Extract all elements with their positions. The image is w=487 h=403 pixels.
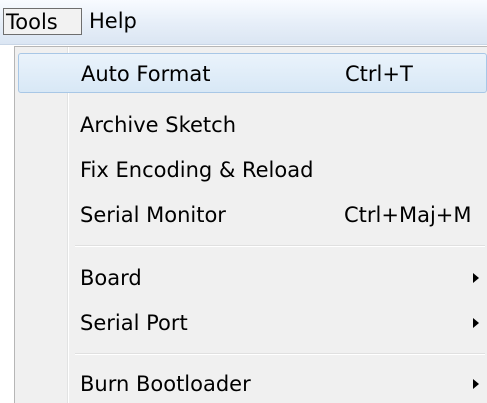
menu-item-label: Serial Monitor xyxy=(80,203,226,227)
tools-dropdown-menu: Auto Format Ctrl+T Archive Sketch Fix En… xyxy=(14,46,487,403)
menu-item-label: Board xyxy=(80,266,142,290)
menu-bar: Tools Help xyxy=(0,0,487,45)
menu-item-label: Serial Port xyxy=(80,311,188,335)
menu-separator xyxy=(75,245,485,247)
menu-item-shortcut: Ctrl+T xyxy=(345,62,413,86)
menu-item-label: Burn Bootloader xyxy=(80,372,251,396)
menu-help[interactable]: Help xyxy=(86,8,140,35)
menu-item-auto-format[interactable]: Auto Format Ctrl+T xyxy=(18,53,487,93)
menu-item-serial-port[interactable]: Serial Port xyxy=(18,303,487,343)
menu-item-shortcut: Ctrl+Maj+M xyxy=(344,203,472,227)
menu-item-label: Archive Sketch xyxy=(80,113,237,137)
menu-item-board[interactable]: Board xyxy=(18,258,487,298)
menu-item-label: Fix Encoding & Reload xyxy=(80,158,314,182)
menu-item-fix-encoding-reload[interactable]: Fix Encoding & Reload xyxy=(18,150,487,190)
chevron-right-icon xyxy=(473,318,479,328)
menu-tools[interactable]: Tools xyxy=(3,8,82,35)
chevron-right-icon xyxy=(473,379,479,389)
menu-item-burn-bootloader[interactable]: Burn Bootloader xyxy=(18,364,487,403)
menu-item-serial-monitor[interactable]: Serial Monitor Ctrl+Maj+M xyxy=(18,195,487,235)
menu-item-label: Auto Format xyxy=(81,62,211,86)
menu-item-archive-sketch[interactable]: Archive Sketch xyxy=(18,105,487,145)
chevron-right-icon xyxy=(473,273,479,283)
menu-separator xyxy=(75,353,485,355)
